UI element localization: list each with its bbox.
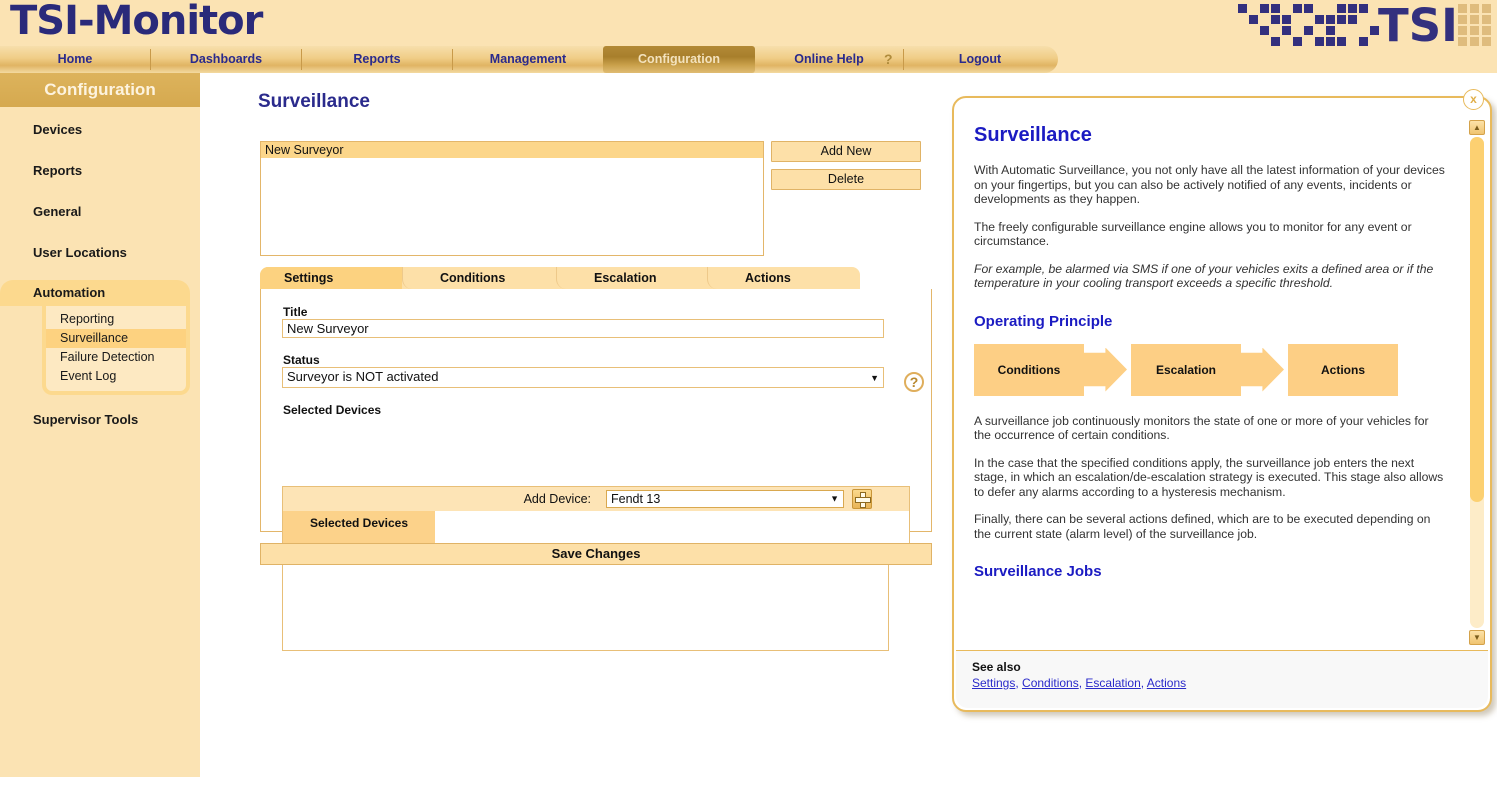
help-panel: Surveillance With Automatic Surveillance…	[952, 96, 1492, 712]
status-select-value: Surveyor is NOT activated	[287, 369, 439, 384]
scroll-up-icon[interactable]: ▲	[1469, 120, 1485, 135]
sidebar-item-automation[interactable]: Automation	[0, 280, 190, 306]
operating-principle-diagram: Conditions Escalation Actions	[974, 343, 1448, 396]
sidebar-item-user-locations[interactable]: User Locations	[0, 240, 200, 266]
sidebar: Configuration Devices Reports General Us…	[0, 73, 200, 777]
tab-settings[interactable]: Settings	[260, 267, 402, 289]
tab-actions[interactable]: Actions	[721, 267, 860, 289]
sidebar-title: Configuration	[0, 73, 200, 107]
help-question-icon[interactable]: ?	[904, 372, 924, 392]
help-paragraph: With Automatic Surveillance, you not onl…	[974, 163, 1445, 206]
see-also-label: See also	[972, 660, 1021, 674]
add-device-select[interactable]: Fendt 13 ▼	[606, 490, 844, 508]
add-device-label: Add Device:	[523, 492, 591, 506]
save-changes-button[interactable]: Save Changes	[260, 543, 932, 565]
flow-arrow-icon	[1236, 347, 1284, 392]
tsi-mosaic-logo: TSI	[1230, 0, 1497, 52]
help-heading: Surveillance	[974, 124, 1092, 146]
scroll-down-icon[interactable]: ▼	[1469, 630, 1485, 645]
tab-conditions[interactable]: Conditions	[416, 267, 556, 289]
add-new-button[interactable]: Add New	[771, 141, 921, 162]
add-device-plus-icon[interactable]	[852, 489, 872, 509]
scrollbar-track[interactable]	[1470, 137, 1484, 628]
flow-arrow-icon	[1079, 347, 1127, 392]
list-item[interactable]: New Surveyor	[261, 142, 763, 158]
scrollbar-thumb[interactable]	[1470, 137, 1484, 502]
nav-item-online-help[interactable]: Online Help	[757, 46, 901, 73]
nav-item-management[interactable]: Management	[453, 46, 603, 73]
see-also-link-settings[interactable]: Settings	[972, 676, 1015, 690]
sidebar-item-reports[interactable]: Reports	[0, 158, 200, 184]
tab-divider	[402, 267, 416, 289]
sidebar-item-general[interactable]: General	[0, 199, 200, 225]
nav-item-logout[interactable]: Logout	[904, 46, 1056, 73]
tab-bar: Settings Conditions Escalation Actions	[260, 267, 860, 289]
help-paragraph: The freely configurable surveillance eng…	[974, 219, 1412, 249]
nav-item-reports[interactable]: Reports	[302, 46, 452, 73]
app-brand-title: TSI-Monitor	[10, 0, 263, 44]
see-also-link-conditions[interactable]: Conditions	[1022, 676, 1079, 690]
nav-item-home[interactable]: Home	[0, 46, 150, 73]
tab-escalation[interactable]: Escalation	[570, 267, 707, 289]
help-paragraph: Finally, there can be several actions de…	[974, 512, 1431, 541]
surveyor-list[interactable]: New Surveyor	[260, 141, 764, 256]
sidebar-subitem-failure-detection[interactable]: Failure Detection	[46, 348, 186, 367]
see-also-link-escalation[interactable]: Escalation	[1085, 676, 1140, 690]
sidebar-submenu-automation: Reporting Surveillance Failure Detection…	[42, 306, 190, 395]
flow-step-conditions: Conditions	[974, 343, 1084, 396]
see-also-link-actions[interactable]: Actions	[1147, 676, 1186, 690]
chevron-down-icon: ▼	[830, 493, 839, 504]
title-input[interactable]: New Surveyor	[282, 319, 884, 338]
help-panel-body: Surveillance With Automatic Surveillance…	[956, 100, 1466, 650]
help-paragraph-example: For example, be alarmed via SMS if one o…	[974, 261, 1434, 291]
selected-devices-label: Selected Devices	[283, 403, 382, 417]
add-device-select-value: Fendt 13	[611, 492, 661, 506]
sidebar-subitem-surveillance[interactable]: Surveillance	[46, 329, 186, 348]
description-textarea[interactable]	[282, 561, 889, 651]
main-navigation: Home Dashboards Reports Management Confi…	[0, 46, 1497, 73]
help-section-surveillance-jobs: Surveillance Jobs	[974, 563, 1102, 580]
nav-item-dashboards[interactable]: Dashboards	[151, 46, 301, 73]
svg-text:TSI: TSI	[1378, 0, 1458, 46]
flow-step-escalation: Escalation	[1131, 343, 1241, 396]
help-close-icon[interactable]: x	[1463, 89, 1484, 110]
sidebar-item-supervisor-tools[interactable]: Supervisor Tools	[0, 407, 200, 433]
app-header: TSI-Monitor TSI	[0, 0, 1497, 52]
settings-tab-panel: ? Title New Surveyor Status Surveyor is …	[260, 289, 932, 651]
sidebar-item-devices[interactable]: Devices	[0, 117, 200, 143]
chevron-down-icon: ▼	[870, 372, 879, 383]
status-label: Status	[283, 353, 320, 367]
help-scrollbar[interactable]: ▲ ▼	[1469, 120, 1485, 645]
flow-step-actions: Actions	[1288, 343, 1398, 396]
title-label: Title	[283, 305, 308, 319]
tab-divider	[556, 267, 570, 289]
tab-divider	[707, 267, 721, 289]
page-title: Surveillance	[258, 91, 370, 112]
help-footer: See also Settings, Conditions, Escalatio…	[956, 650, 1488, 708]
status-select[interactable]: Surveyor is NOT activated ▼	[282, 367, 884, 388]
help-question-icon[interactable]: ?	[884, 46, 898, 73]
help-section-operating-principle: Operating Principle	[974, 312, 1113, 330]
nav-item-configuration[interactable]: Configuration	[603, 46, 755, 73]
see-also-links: Settings, Conditions, Escalation, Action…	[972, 676, 1488, 690]
sidebar-subitem-event-log[interactable]: Event Log	[46, 367, 186, 386]
sidebar-subitem-reporting[interactable]: Reporting	[46, 310, 186, 329]
add-device-row: Add Device: Fendt 13 ▼	[283, 487, 909, 511]
delete-button[interactable]: Delete	[771, 169, 921, 190]
help-paragraph: A surveillance job continuously monitors…	[974, 413, 1429, 443]
help-paragraph: In the case that the specified condition…	[974, 455, 1444, 499]
